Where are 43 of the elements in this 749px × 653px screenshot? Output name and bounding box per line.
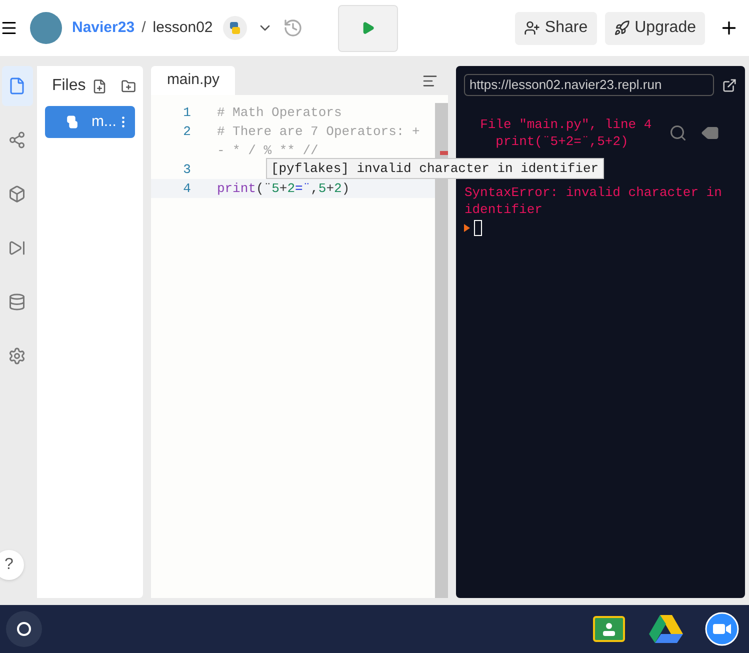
editor-tab[interactable]: main.py xyxy=(150,66,236,95)
upgrade-button[interactable]: Upgrade xyxy=(604,12,705,44)
code-line: # There are 7 Operators: + - * / % ** // xyxy=(216,123,421,160)
error-tooltip: [pyflakes] invalid character in identifier xyxy=(266,158,604,179)
menu-icon[interactable] xyxy=(0,19,16,37)
url-field[interactable]: https://lesson02.navier23.repl.run xyxy=(464,74,714,96)
avatar xyxy=(30,12,62,44)
format-icon[interactable] xyxy=(422,73,438,89)
console-line: SyntaxError: invalid character in identifier xyxy=(464,184,723,218)
files-title: Files xyxy=(52,76,86,96)
run-button[interactable] xyxy=(338,4,398,52)
repl-name: lesson02 xyxy=(152,18,213,38)
new-folder-icon[interactable] xyxy=(120,78,136,94)
new-file-icon[interactable] xyxy=(92,78,107,94)
drive-icon[interactable] xyxy=(649,614,683,644)
prompt-icon xyxy=(464,224,470,232)
clear-icon[interactable] xyxy=(701,124,719,142)
external-link-icon[interactable] xyxy=(722,78,737,92)
console-line: print(¨5+2=¨,5+2) xyxy=(494,133,630,150)
help-button[interactable]: ? xyxy=(0,550,24,580)
play-icon xyxy=(360,21,375,35)
line-number: 4 xyxy=(182,180,191,198)
line-number: 3 xyxy=(182,161,191,179)
python-icon xyxy=(64,114,80,130)
video-icon[interactable] xyxy=(705,612,739,646)
user-plus-icon xyxy=(524,20,540,36)
history-icon[interactable] xyxy=(282,18,303,38)
code-line: print(¨5+2=¨,5+2) xyxy=(216,180,350,198)
cursor xyxy=(474,220,482,236)
share-button[interactable]: Share xyxy=(514,12,597,44)
python-icon xyxy=(222,16,247,40)
code-line: # Math Operators xyxy=(216,104,342,122)
console-line: File "main.py", line 4 xyxy=(479,116,653,133)
user-link[interactable]: Navier23 xyxy=(72,16,135,40)
files-icon[interactable] xyxy=(2,66,33,106)
rocket-icon xyxy=(614,20,630,36)
launcher-button[interactable] xyxy=(6,611,42,647)
path-separator: / xyxy=(142,18,146,38)
classroom-icon[interactable] xyxy=(593,616,625,642)
line-number: 2 xyxy=(182,123,191,141)
search-icon[interactable] xyxy=(669,124,687,142)
file-item[interactable]: m... xyxy=(44,106,135,138)
line-number: 1 xyxy=(182,104,191,122)
